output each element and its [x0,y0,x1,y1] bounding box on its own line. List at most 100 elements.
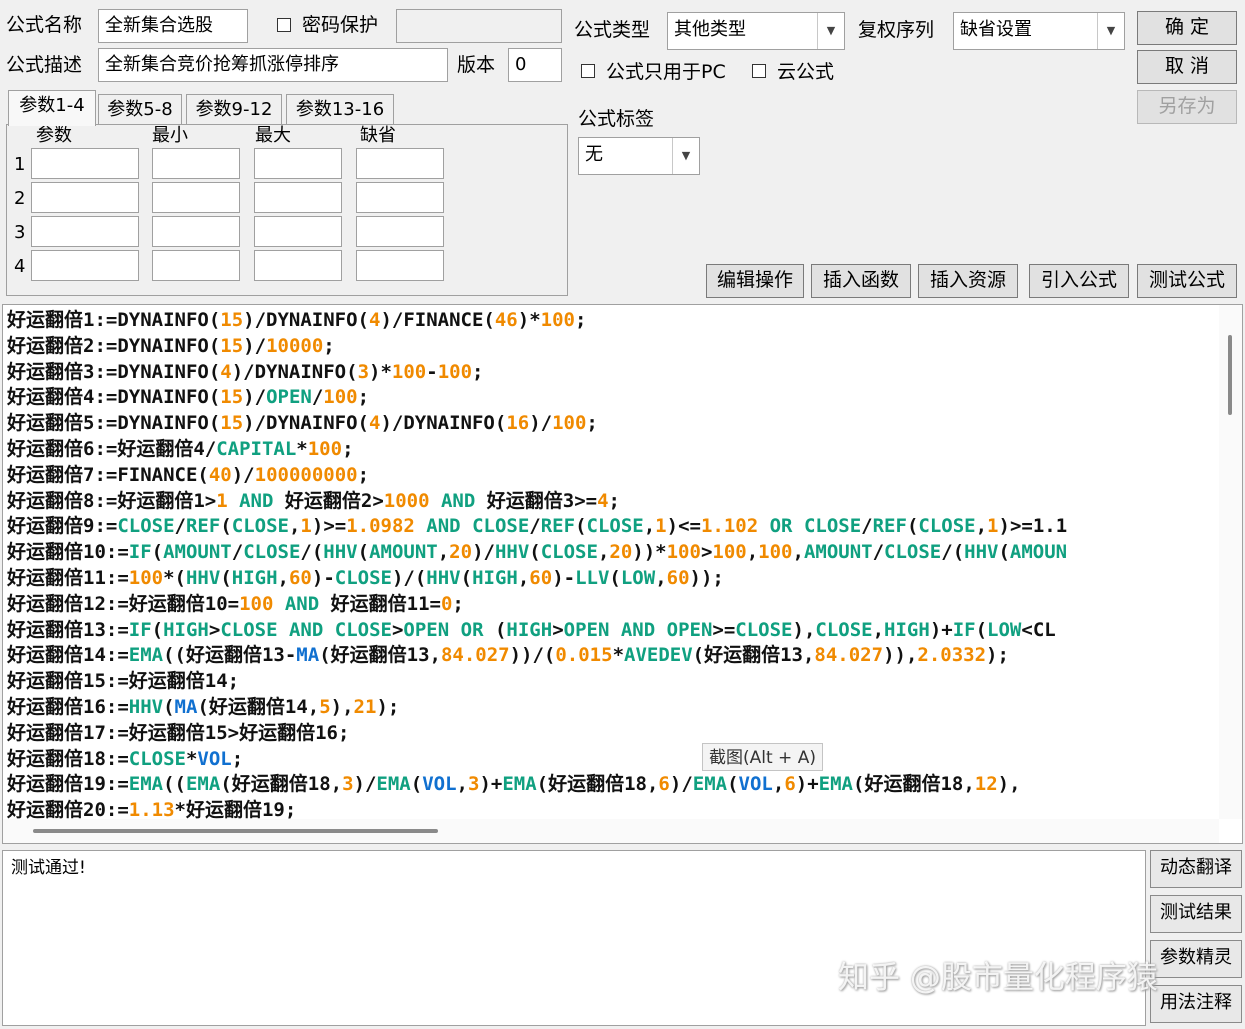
formula-desc-input[interactable]: 全新集合竞价抢筹抓涨停排序 [98,48,448,82]
cloud-checkbox[interactable] [752,64,766,78]
code-token: ); [376,696,400,718]
param-max-cell[interactable] [254,182,342,213]
formula-type-select[interactable]: 其他类型 ▼ [667,12,845,50]
horizontal-scrollbar[interactable] [3,819,1219,843]
param-default-cell[interactable] [356,182,444,213]
param-default-cell[interactable] [356,216,444,247]
tab-params-5-8[interactable]: 参数5-8 [98,94,182,124]
tab-params-13-16[interactable]: 参数13-16 [286,94,394,124]
code-token: AND [426,515,461,538]
pc-only-checkbox[interactable] [581,64,595,78]
import-formula-button[interactable]: 引入公式 [1029,264,1129,298]
rights-select[interactable]: 缺省设置 ▼ [953,12,1125,50]
param-min-cell[interactable] [152,216,240,247]
param-min-cell[interactable] [152,148,240,179]
formula-tag-select[interactable]: 无 ▼ [578,137,700,175]
code-token: 好运翻倍11= [319,592,441,615]
code-token: )/DYNAINFO( [243,309,370,331]
code-token: * [612,644,625,667]
password-input[interactable] [396,9,562,43]
code-token: / [861,515,873,538]
code-token: EMA [128,773,164,796]
code-token: 好运翻倍13:= [7,618,129,641]
cancel-button[interactable]: 取 消 [1137,50,1237,84]
formula-name-input[interactable]: 全新集合选股 [98,9,248,43]
test-formula-button[interactable]: 测试公式 [1137,264,1237,298]
param-wizard-button[interactable]: 参数精灵 [1150,940,1242,978]
param-name-cell[interactable] [31,216,139,247]
code-token: , [872,618,885,641]
code-token: AND [288,618,324,641]
code-token: )/ [353,773,377,796]
code-token: OPEN [666,618,713,641]
code-token: HHV [494,541,530,564]
code-token: ; [357,463,370,486]
param-default-cell[interactable] [356,148,444,179]
usage-notes-button[interactable]: 用法注释 [1150,985,1242,1023]
code-token: MA [174,696,198,718]
param-default-cell[interactable] [356,250,444,281]
code-token: 1.102 [700,515,759,538]
code-token: CLOSE [117,515,175,538]
code-token: ; [323,334,335,357]
param-max-cell[interactable] [254,250,342,281]
code-token: 好运翻倍17:=好运翻倍15>好运翻倍16; [7,721,350,744]
code-token: ( [220,567,232,589]
code-token: CLOSE [334,567,392,589]
version-input[interactable]: 0 [508,48,562,82]
code-token: 6 [658,773,670,796]
code-token: MA [296,644,320,667]
code-line: 好运翻倍18:=CLOSE*VOL; [7,746,243,772]
dynamic-translate-button[interactable]: 动态翻译 [1150,850,1242,888]
code-token: OR [460,618,484,641]
chevron-down-icon[interactable]: ▼ [672,138,699,174]
code-editor[interactable]: 好运翻倍1:=DYNAINFO(15)/DYNAINFO(4)/FINANCE(… [2,304,1243,844]
insert-res-button[interactable]: 插入资源 [918,264,1018,298]
chevron-down-icon[interactable]: ▼ [817,13,844,49]
horizontal-scrollbar-thumb[interactable] [33,829,438,833]
code-token: )/ [231,463,255,486]
code-token: AND [239,489,274,512]
vertical-scrollbar-thumb[interactable] [1228,335,1232,415]
code-token: (( [163,773,186,796]
tab-params-9-12[interactable]: 参数9-12 [186,94,282,124]
ok-button[interactable]: 确 定 [1137,11,1237,45]
code-token: 100000000 [254,463,358,486]
code-token: OPEN [563,618,610,641]
rights-value: 缺省设置 [960,19,1032,40]
code-token: 12 [974,773,998,796]
chevron-down-icon[interactable]: ▼ [1097,13,1124,49]
code-token: 10000 [266,334,324,357]
code-token: > [391,618,404,641]
code-line: 好运翻倍16:=HHV(MA(好运翻倍14,5),21); [7,694,399,720]
code-token: )/DYNAINFO( [243,412,370,435]
pc-only-label: 公式只用于PC [606,61,726,83]
code-token: REF [540,515,576,538]
code-token: CLOSE [334,618,392,641]
param-name-cell[interactable] [31,250,139,281]
edit-ops-button[interactable]: 编辑操作 [706,264,804,298]
test-result-area[interactable]: 测试通过! [2,850,1146,1026]
vertical-scrollbar[interactable] [1219,305,1242,819]
code-token: , [277,567,289,589]
code-token: 好运翻倍14:= [7,644,129,667]
param-name-cell[interactable] [31,148,139,179]
test-result-button[interactable]: 测试结果 [1150,895,1242,933]
param-name-cell[interactable] [31,182,139,213]
insert-func-button[interactable]: 插入函数 [811,264,911,298]
param-min-cell[interactable] [152,182,240,213]
code-token: 3 [357,360,370,383]
param-max-cell[interactable] [254,216,342,247]
code-token: , [772,773,785,796]
param-max-cell[interactable] [254,148,342,179]
param-min-cell[interactable] [152,250,240,281]
code-token: ( [151,618,164,641]
code-token: 60 [666,567,690,589]
tab-params-1-4[interactable]: 参数1-4 [8,90,96,126]
code-token: * [296,438,308,460]
password-checkbox[interactable] [277,18,291,32]
code-token: CAPITAL [216,438,297,460]
save-as-button[interactable]: 另存为 [1137,90,1237,124]
